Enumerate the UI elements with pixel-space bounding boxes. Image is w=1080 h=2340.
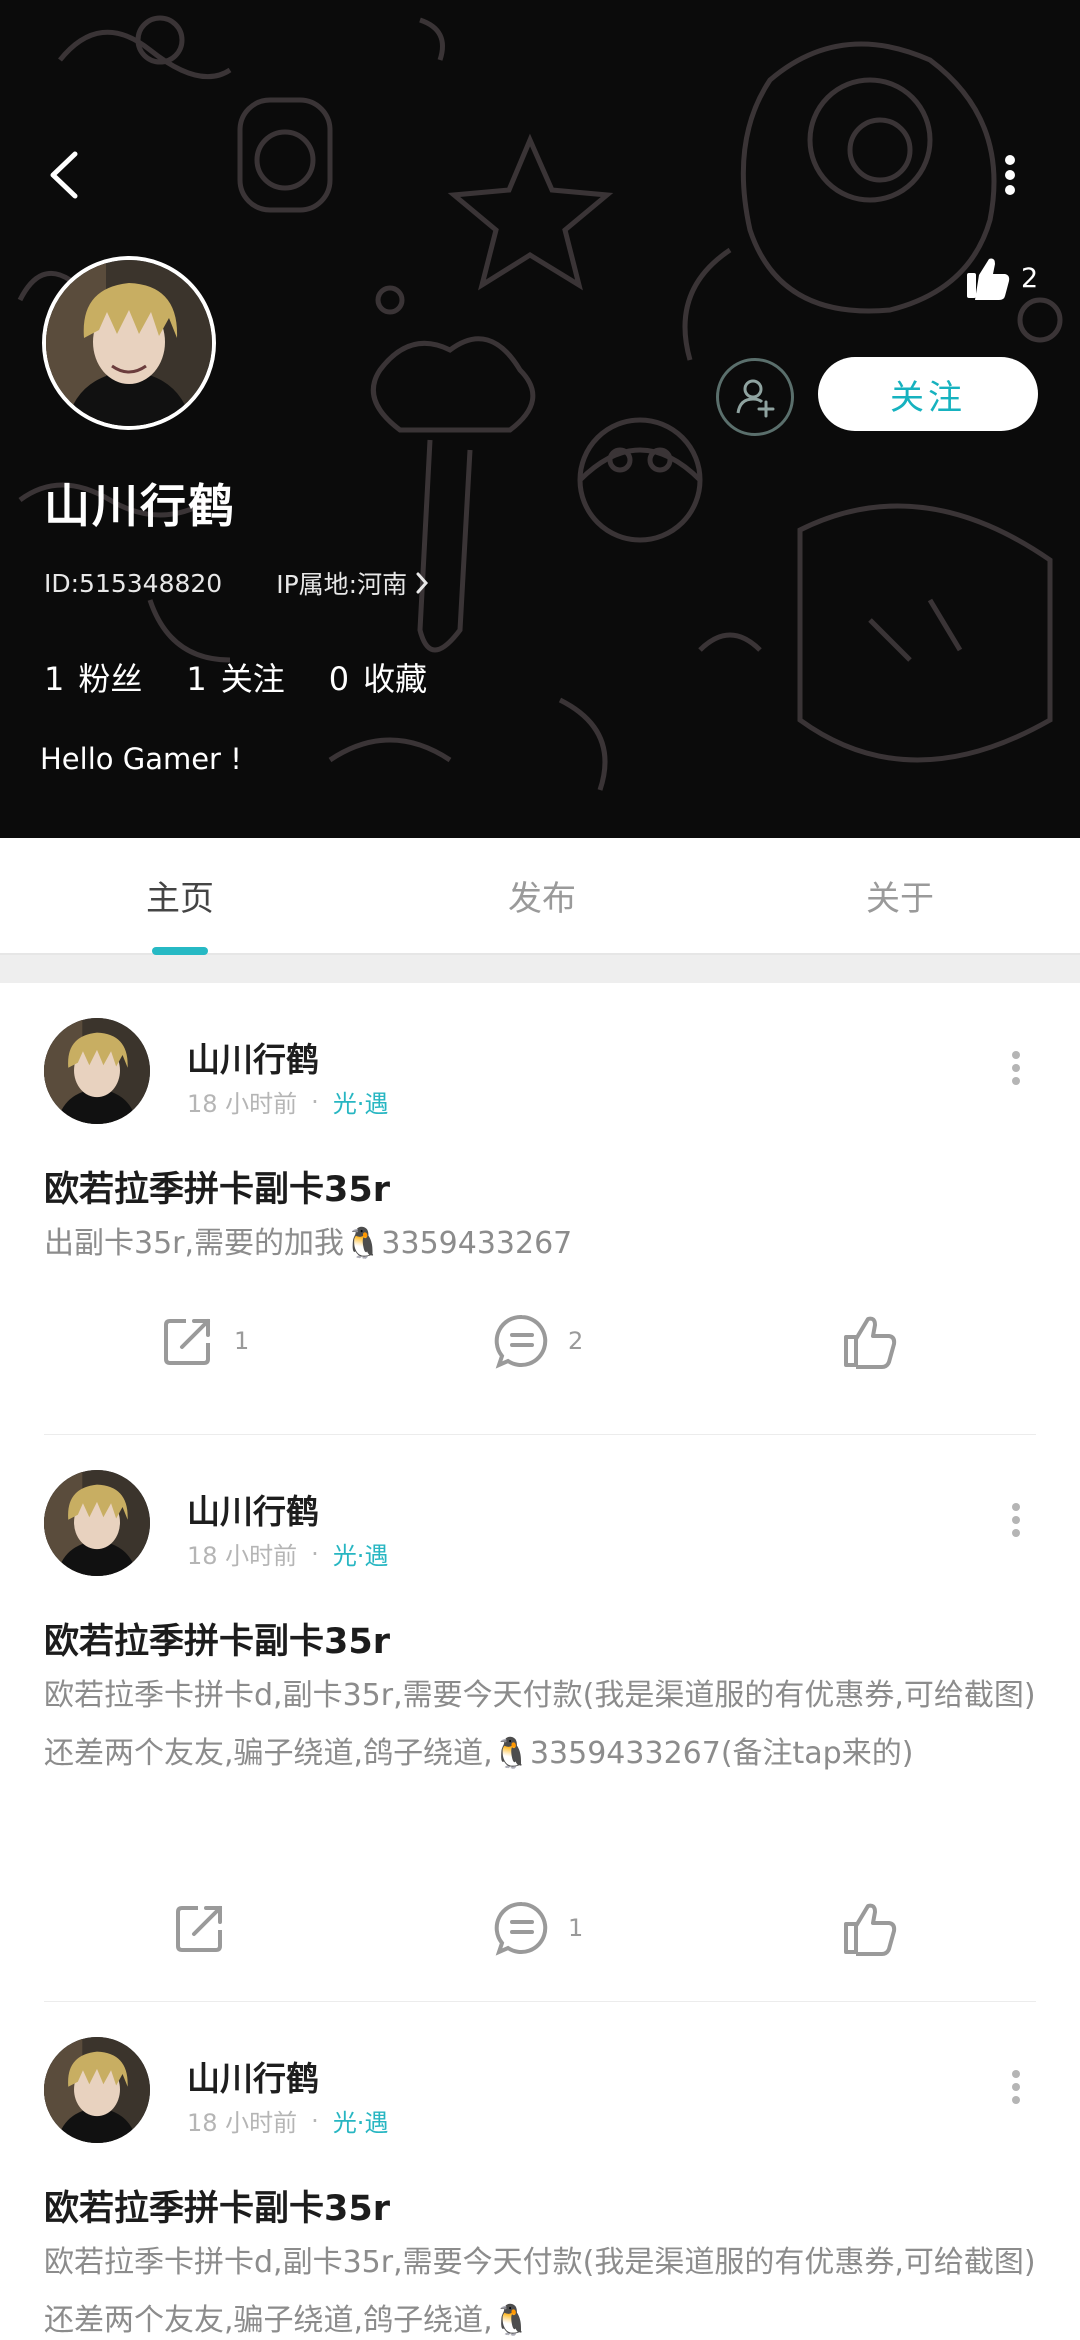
post-meta: 18 小时前 · 光·遇 <box>187 1084 388 1119</box>
post-actions: 1 <box>0 1888 1080 1968</box>
follow-button[interactable]: 关注 <box>818 357 1038 431</box>
post-title: 欧若拉季拼卡副卡35r <box>44 1170 390 1210</box>
active-tab-indicator <box>152 947 208 955</box>
back-button[interactable] <box>34 145 94 205</box>
share-button[interactable] <box>172 1888 246 1968</box>
more-vertical-icon <box>1012 1503 1020 1537</box>
profile-header: 2 关注 山川行鹤 ID:515348820 IP属地:河南 1 粉丝 1 关注… <box>0 0 1080 838</box>
post-time: 18 小时前 <box>187 2109 298 2137</box>
post-body: 欧若拉季卡拼卡d,副卡35r,需要今天付款(我是渠道服的有优惠券,可给截图)还差… <box>44 2245 1036 2338</box>
post-title: 欧若拉季拼卡副卡35r <box>44 2189 390 2229</box>
chevron-right-icon <box>416 572 429 594</box>
like-button[interactable] <box>842 1301 916 1381</box>
post-more-button[interactable] <box>996 1490 1036 1550</box>
tab-posts[interactable]: 发布 <box>442 838 642 953</box>
post-group-link[interactable]: 光·遇 <box>333 1536 389 1571</box>
meta-separator: · <box>311 2106 319 2135</box>
profile-bio: Hello Gamer ! <box>40 742 242 776</box>
profile-meta: ID:515348820 IP属地:河南 <box>44 565 429 601</box>
share-icon <box>176 1906 222 1952</box>
post-title: 欧若拉季拼卡副卡35r <box>44 1622 390 1662</box>
avatar-image <box>44 1018 150 1124</box>
comment-button[interactable]: 1 <box>494 1888 583 1968</box>
post-time: 18 小时前 <box>187 1542 298 1570</box>
post-body: 欧若拉季卡拼卡d,副卡35r,需要今天付款(我是渠道服的有优惠券,可给截图)还差… <box>44 1678 1036 1771</box>
more-options-button[interactable] <box>985 145 1035 205</box>
post-card[interactable]: 山川行鹤 18 小时前 · 光·遇 欧若拉季拼卡副卡35r 欧若拉季卡拼卡d,副卡3… <box>0 1435 1080 2002</box>
profile-like-count: 2 <box>1021 262 1039 294</box>
profile-likes[interactable]: 2 <box>965 248 1038 308</box>
thumbs-up-icon <box>844 1316 897 1369</box>
post-card[interactable]: 山川行鹤 18 小时前 · 光·遇 欧若拉季拼卡副卡35r 欧若拉季卡拼卡d,副卡3… <box>0 2002 1080 2340</box>
add-user-icon <box>736 379 775 418</box>
thumbs-up-icon <box>844 1903 897 1956</box>
ip-location-text: IP属地:河南 <box>276 570 408 599</box>
meta-separator: · <box>311 1539 319 1568</box>
post-body: 出副卡35r,需要的加我🐧3359433267 <box>44 1226 573 1261</box>
post-author-name[interactable]: 山川行鹤 <box>187 1485 319 1533</box>
section-gap <box>0 955 1080 983</box>
post-card[interactable]: 山川行鹤 18 小时前 · 光·遇 欧若拉季拼卡副卡35r 出副卡35r,需要的加我… <box>0 983 1080 1435</box>
tab-home[interactable]: 主页 <box>80 838 280 953</box>
avatar-image <box>44 1470 150 1576</box>
post-author-avatar[interactable] <box>44 1018 150 1124</box>
post-meta: 18 小时前 · 光·遇 <box>187 1536 388 1571</box>
tab-about[interactable]: 关于 <box>800 838 1000 953</box>
post-more-button[interactable] <box>996 1038 1036 1098</box>
ip-location-link[interactable]: IP属地:河南 <box>276 565 429 601</box>
comment-count: 2 <box>568 1327 584 1355</box>
user-id: ID:515348820 <box>44 568 223 598</box>
share-icon <box>164 1319 210 1365</box>
profile-username: 山川行鹤 <box>44 479 236 533</box>
thumbs-up-icon <box>967 258 1010 300</box>
share-button[interactable]: 1 <box>160 1301 249 1381</box>
profile-stats: 1 粉丝 1 关注 0 收藏 <box>44 654 471 700</box>
post-author-avatar[interactable] <box>44 1470 150 1576</box>
post-actions: 1 2 <box>0 1301 1080 1381</box>
post-meta: 18 小时前 · 光·遇 <box>187 2103 388 2138</box>
profile-tabs: 主页 发布 关于 <box>0 838 1080 955</box>
avatar-image <box>44 2037 150 2143</box>
post-author-avatar[interactable] <box>44 2037 150 2143</box>
stat-followers[interactable]: 1 粉丝 <box>44 654 142 700</box>
post-author-name[interactable]: 山川行鹤 <box>187 2052 319 2100</box>
like-button[interactable] <box>842 1888 916 1968</box>
more-vertical-icon <box>1005 155 1015 195</box>
more-vertical-icon <box>1012 2070 1020 2104</box>
share-count: 1 <box>234 1327 250 1355</box>
more-vertical-icon <box>1012 1051 1020 1085</box>
comment-icon <box>494 1314 548 1369</box>
stat-favorites[interactable]: 0 收藏 <box>329 654 427 700</box>
post-time: 18 小时前 <box>187 1090 298 1118</box>
comment-count: 1 <box>568 1914 584 1942</box>
post-group-link[interactable]: 光·遇 <box>333 1084 389 1119</box>
post-author-name[interactable]: 山川行鹤 <box>187 1033 319 1081</box>
profile-avatar[interactable] <box>42 256 216 430</box>
comment-button[interactable]: 2 <box>494 1301 583 1381</box>
stat-following[interactable]: 1 关注 <box>186 654 284 700</box>
chevron-left-icon <box>50 151 78 199</box>
meta-separator: · <box>311 1087 319 1116</box>
post-group-link[interactable]: 光·遇 <box>333 2103 389 2138</box>
post-more-button[interactable] <box>996 2057 1036 2117</box>
add-friend-button[interactable] <box>716 358 794 436</box>
comment-icon <box>494 1901 548 1956</box>
avatar-image <box>46 260 212 426</box>
